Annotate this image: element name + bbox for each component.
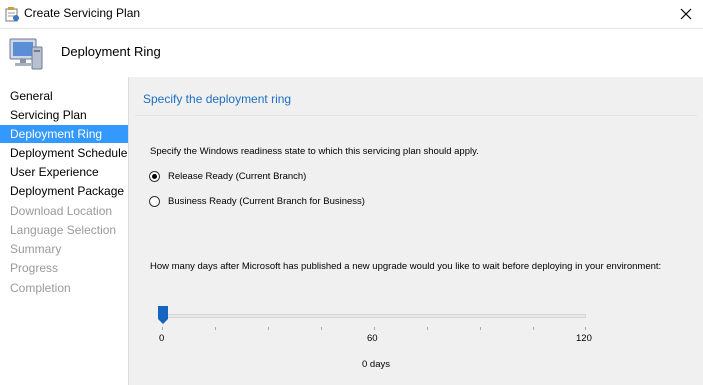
readiness-prompt: Specify the Windows readiness state to w…: [150, 146, 479, 157]
deferral-slider-thumb[interactable]: [158, 306, 168, 324]
computer-icon: [9, 38, 43, 70]
slider-tick: [533, 327, 534, 330]
release-ready-option[interactable]: Release Ready (Current Branch): [149, 171, 306, 182]
section-title: Specify the deployment ring: [143, 92, 292, 106]
page-title: Deployment Ring: [61, 44, 161, 59]
title-bar: Create Servicing Plan: [0, 0, 703, 29]
slider-tick: [321, 327, 322, 330]
deferral-slider-track[interactable]: [162, 314, 586, 318]
sidebar-item-servicing-plan[interactable]: Servicing Plan: [0, 106, 128, 124]
slider-mid-label: 60: [367, 333, 378, 344]
main-panel: Specify the deployment ring Specify the …: [129, 77, 703, 385]
wizard-sidebar: General Servicing Plan Deployment Ring D…: [0, 77, 129, 385]
business-ready-label[interactable]: Business Ready (Current Branch for Busin…: [168, 196, 365, 207]
slider-tick: [480, 327, 481, 330]
slider-tick: [374, 327, 375, 330]
section-divider: [135, 115, 697, 116]
sidebar-item-deployment-ring[interactable]: Deployment Ring: [0, 125, 128, 143]
business-ready-radio[interactable]: [149, 196, 160, 207]
close-button[interactable]: [675, 3, 697, 25]
sidebar-item-user-experience[interactable]: User Experience: [0, 163, 128, 181]
slider-tick: [268, 327, 269, 330]
sidebar-item-language-selection: Language Selection: [10, 223, 117, 237]
sidebar-item-progress: Progress: [10, 261, 59, 275]
deferral-days-value: 0 days: [362, 359, 390, 370]
slider-tick: [162, 327, 163, 330]
slider-max-label: 120: [576, 333, 592, 344]
slider-tick: [427, 327, 428, 330]
sidebar-item-summary: Summary: [10, 242, 62, 256]
sidebar-item-deployment-schedule[interactable]: Deployment Schedule: [0, 144, 128, 162]
sidebar-item-deployment-package[interactable]: Deployment Package: [0, 182, 128, 200]
slider-tick: [585, 327, 586, 330]
window-title: Create Servicing Plan: [24, 6, 141, 20]
sidebar-item-completion: Completion: [10, 281, 71, 295]
release-ready-label[interactable]: Release Ready (Current Branch): [168, 171, 306, 182]
sidebar-item-general[interactable]: General: [0, 87, 128, 105]
slider-min-label: 0: [159, 333, 165, 344]
days-question: How many days after Microsoft has publis…: [150, 261, 662, 272]
business-ready-option[interactable]: Business Ready (Current Branch for Busin…: [149, 196, 365, 207]
app-icon: [5, 7, 19, 22]
close-icon: [680, 8, 692, 20]
wizard-header: Deployment Ring: [0, 29, 703, 76]
release-ready-radio[interactable]: [149, 171, 160, 182]
sidebar-item-download-location: Download Location: [10, 204, 113, 218]
slider-tick: [215, 327, 216, 330]
